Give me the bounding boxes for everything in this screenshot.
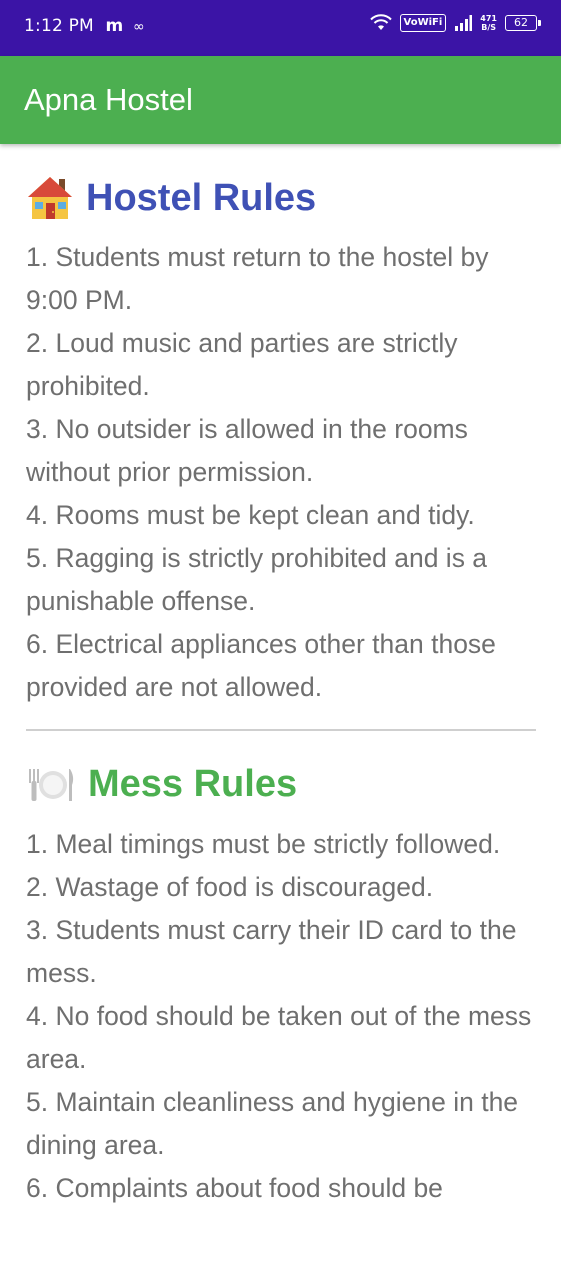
mess-rules-title: Mess Rules [88,763,298,805]
status-bar: 1:12 PM m ∞ VoWiFi 471 B/S 62 [0,0,561,56]
hostel-rules-list: 1. Students must return to the hostel by… [26,236,538,709]
list-item: 2. Wastage of food is discouraged. [26,871,434,902]
mess-rules-section: Mess Rules 1. Meal timings must be stric… [26,755,538,1210]
app-indicator-icon: m [105,16,124,36]
list-item: 4. No food should be taken out of the me… [26,1000,532,1074]
list-item: 4. Rooms must be kept clean and tidy. [26,500,475,530]
mess-rules-heading: Mess Rules [26,755,538,815]
list-item: 5. Maintain cleanliness and hygiene in t… [26,1086,519,1160]
speed-unit: B/S [481,23,497,32]
house-icon [28,177,72,219]
list-item: 1. Students must return to the hostel by… [26,242,489,315]
mess-rules-list: 1. Meal timings must be strictly followe… [26,823,538,1210]
hostel-rules-section: Hostel Rules 1. Students must return to … [26,168,538,709]
list-item: 2. Loud music and parties are strictly p… [26,328,458,401]
list-item: 1. Meal timings must be strictly followe… [26,828,501,859]
rules-content[interactable]: Hostel Rules 1. Students must return to … [26,168,538,1210]
list-item: 6. Complaints about food should be [26,1172,443,1203]
network-speed: 471 B/S [480,14,497,32]
wifi-icon [369,14,392,30]
signal-icon [455,15,473,31]
status-icons: VoWiFi 471 B/S 62 [369,14,541,32]
list-item: 5. Ragging is strictly prohibited and is… [26,543,488,616]
battery-level: 62 [514,16,528,29]
speed-value: 471 [480,14,497,23]
plate-cutlery-icon [29,768,74,801]
app-title: Apna Hostel [24,82,193,117]
list-item: 6. Electrical appliances other than thos… [26,629,496,702]
battery-icon: 62 [505,15,541,31]
hostel-rules-title: Hostel Rules [86,176,317,219]
infinity-icon: ∞ [133,19,145,35]
vowifi-badge: VoWiFi [399,14,447,32]
list-item: 3. Students must carry their ID card to … [26,914,517,988]
clock: 1:12 PM [24,16,94,36]
list-item: 3. No outsider is allowed in the rooms w… [26,414,468,487]
section-divider [26,729,536,731]
app-bar: Apna Hostel [0,56,561,144]
status-time: 1:12 PM m ∞ [24,16,145,36]
hostel-rules-heading: Hostel Rules [26,168,538,228]
